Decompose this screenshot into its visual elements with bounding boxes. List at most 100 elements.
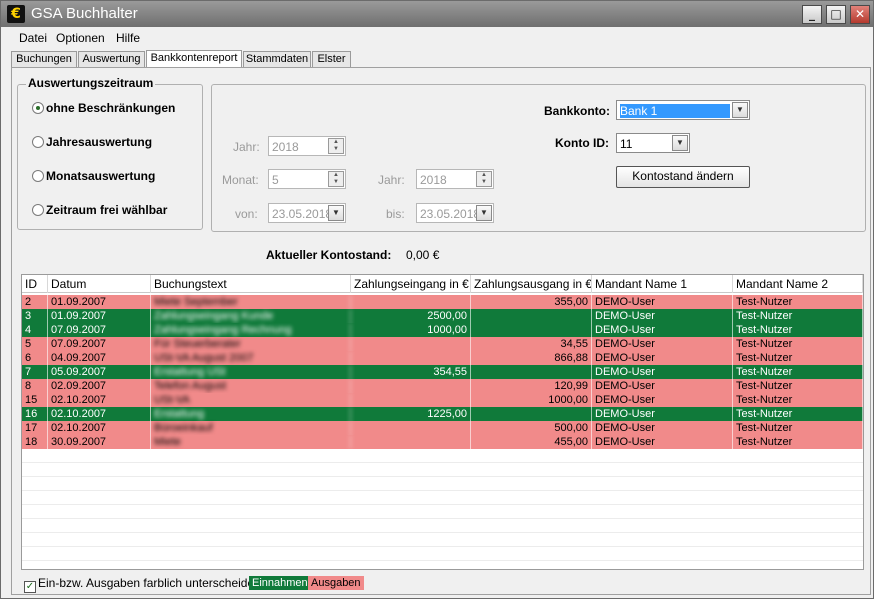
cell-ein: 2500,00: [351, 309, 471, 323]
konto-id-select[interactable]: 11 ▼: [616, 133, 690, 153]
table-row[interactable]: 5 07.09.2007 Für Steuerberater 34,55 DEMO-Us…: [22, 337, 863, 351]
cell-m1: DEMO-User: [592, 351, 733, 365]
cell-m1: DEMO-User: [592, 435, 733, 449]
cell-text: Telefon August: [151, 379, 351, 393]
table-row[interactable]: 16 02.10.2007 Erstattung 1225,00 DEMO-User Te…: [22, 407, 863, 421]
col-datum[interactable]: Datum: [48, 275, 151, 293]
cell-id: 5: [22, 337, 48, 351]
spin-arrows-icon[interactable]: ▲ ▼: [328, 138, 344, 154]
cell-aus: [471, 323, 592, 337]
euro-app-icon: €: [7, 5, 25, 23]
cell-ein: 354,55: [351, 365, 471, 379]
empty-row: [22, 491, 863, 505]
cell-aus: [471, 309, 592, 323]
cell-text: Büroeinkauf: [151, 421, 351, 435]
minimize-button[interactable]: _: [802, 5, 822, 24]
maximize-button[interactable]: □: [826, 5, 846, 24]
radio-ohne-beschraenkungen[interactable]: ohne Beschränkungen: [32, 101, 175, 115]
bis-date-picker[interactable]: 23.05.2018 ▼: [416, 203, 494, 223]
table-row[interactable]: 8 02.09.2007 Telefon August 120,99 DEMO-User…: [22, 379, 863, 393]
spin-arrows-icon[interactable]: ▲ ▼: [328, 171, 344, 187]
table-row[interactable]: 3 01.09.2007 Zahlungseingang Kunde 2500,00 D…: [22, 309, 863, 323]
chevron-down-icon[interactable]: ▼: [476, 205, 492, 221]
cell-datum: 01.09.2007: [48, 295, 151, 309]
menu-datei[interactable]: Datei: [19, 31, 47, 45]
color-checkbox[interactable]: ✓ Ein-bzw. Ausgaben farblich unterscheide…: [24, 576, 261, 593]
col-mandant2[interactable]: Mandant Name 2: [733, 275, 863, 293]
monat-label: Monat:: [222, 173, 259, 187]
cell-aus: 866,88: [471, 351, 592, 365]
bankkonto-select[interactable]: Bank 1 ▼: [616, 100, 750, 120]
cell-m1: DEMO-User: [592, 421, 733, 435]
legend-einnahmen: Einnahmen: [249, 576, 311, 590]
empty-row: [22, 505, 863, 519]
cell-id: 3: [22, 309, 48, 323]
cell-m2: Test-Nutzer: [733, 421, 863, 435]
col-zahlungsausgang[interactable]: Zahlungsausgang in €: [471, 275, 592, 293]
table-row[interactable]: 17 02.10.2007 Büroeinkauf 500,00 DEMO-User Te…: [22, 421, 863, 435]
monat-spinner[interactable]: 5 ▲ ▼: [268, 169, 346, 189]
cell-datum: 02.10.2007: [48, 421, 151, 435]
cell-ein: 1225,00: [351, 407, 471, 421]
cell-text: Erstattung USt: [151, 365, 351, 379]
footer-bar: ✓ Ein-bzw. Ausgaben farblich unterscheide…: [24, 576, 364, 593]
menu-optionen[interactable]: Optionen: [56, 31, 105, 45]
cell-id: 18: [22, 435, 48, 449]
tab-buchungen[interactable]: Buchungen: [11, 51, 77, 68]
radio-icon: [32, 170, 44, 182]
konto-id-label: Konto ID:: [555, 136, 609, 150]
cell-datum: 02.10.2007: [48, 393, 151, 407]
cell-id: 2: [22, 295, 48, 309]
chevron-down-icon[interactable]: ▼: [328, 205, 344, 221]
app-window: € GSA Buchhalter _ □ ✕ Datei Optionen Hi…: [0, 0, 874, 599]
tab-elster[interactable]: Elster: [312, 51, 351, 68]
table-row[interactable]: 7 05.09.2007 Erstattung USt 354,55 DEMO-User…: [22, 365, 863, 379]
cell-aus: 1000,00: [471, 393, 592, 407]
chevron-down-icon[interactable]: ▼: [732, 102, 748, 118]
table-row[interactable]: 4 07.09.2007 Zahlungseingang Rechnung 1000,…: [22, 323, 863, 337]
cell-m2: Test-Nutzer: [733, 365, 863, 379]
tab-stammdaten[interactable]: Stammdaten: [243, 51, 311, 68]
cell-text: Erstattung: [151, 407, 351, 421]
radio-icon: [32, 204, 44, 216]
cell-m1: DEMO-User: [592, 365, 733, 379]
col-id[interactable]: ID: [22, 275, 48, 293]
tab-auswertung[interactable]: Auswertung: [78, 51, 145, 68]
cell-m1: DEMO-User: [592, 379, 733, 393]
table-row[interactable]: 6 04.09.2007 USt-VA August 2007 866,88 DEMO-…: [22, 351, 863, 365]
radio-jahresauswertung[interactable]: Jahresauswertung: [32, 135, 152, 149]
cell-id: 7: [22, 365, 48, 379]
title-bar[interactable]: € GSA Buchhalter _ □ ✕: [1, 1, 873, 27]
bankkonto-label: Bankkonto:: [544, 104, 610, 118]
kontostand-aendern-button[interactable]: Kontostand ändern: [616, 166, 750, 188]
jahr2-spinner[interactable]: 2018 ▲ ▼: [416, 169, 494, 189]
jahr-spinner[interactable]: 2018 ▲ ▼: [268, 136, 346, 156]
table-row[interactable]: 2 01.09.2007 Miete September 355,00 DEMO-Use…: [22, 295, 863, 309]
empty-row: [22, 561, 863, 569]
empty-row: [22, 463, 863, 477]
von-label: von:: [235, 207, 258, 221]
spin-arrows-icon[interactable]: ▲ ▼: [476, 171, 492, 187]
bookings-grid[interactable]: ID Datum Buchungstext Zahlungseingang in…: [21, 274, 864, 570]
radio-monatsauswertung[interactable]: Monatsauswertung: [32, 169, 155, 183]
check-icon: ✓: [24, 581, 36, 593]
menu-bar: Datei Optionen Hilfe: [1, 28, 873, 48]
cell-ein: [351, 393, 471, 407]
cell-ein: [351, 337, 471, 351]
col-buchungstext[interactable]: Buchungstext: [151, 275, 351, 293]
von-date-picker[interactable]: 23.05.2018 ▼: [268, 203, 346, 223]
col-mandant1[interactable]: Mandant Name 1: [592, 275, 733, 293]
table-row[interactable]: 18 30.09.2007 Miete 455,00 DEMO-User Test-Nut…: [22, 435, 863, 449]
radio-zeitraum-frei[interactable]: Zeitraum frei wählbar: [32, 203, 167, 217]
table-row[interactable]: 15 02.10.2007 USt-VA 1000,00 DEMO-User Test-N…: [22, 393, 863, 407]
cell-m1: DEMO-User: [592, 295, 733, 309]
chevron-down-icon[interactable]: ▼: [672, 135, 688, 151]
col-zahlungseingang[interactable]: Zahlungseingang in €: [351, 275, 471, 293]
cell-aus: [471, 407, 592, 421]
bankkontenreport-page: Auswertungszeitraum ohne Beschränkungen …: [11, 67, 871, 595]
close-button[interactable]: ✕: [850, 5, 870, 24]
cell-id: 15: [22, 393, 48, 407]
balance-label: Aktueller Kontostand:: [266, 248, 392, 262]
menu-hilfe[interactable]: Hilfe: [116, 31, 140, 45]
empty-row: [22, 477, 863, 491]
